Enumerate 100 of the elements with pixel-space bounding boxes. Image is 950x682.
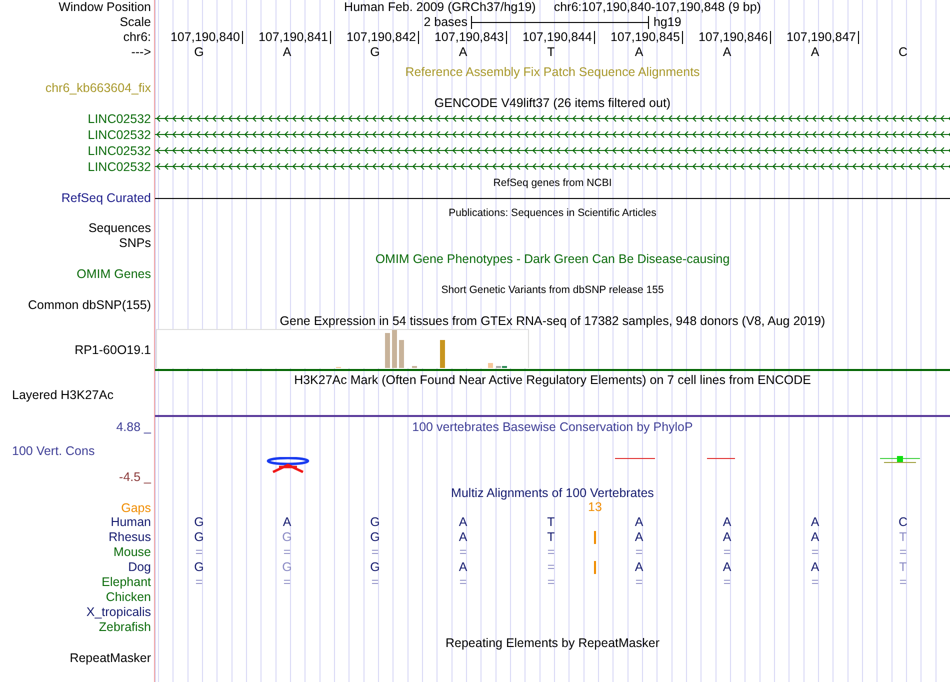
base-letter: = [371, 545, 379, 560]
base-letter: = [723, 575, 731, 590]
species-label[interactable]: Chicken [106, 590, 151, 605]
base-letter: T [899, 530, 907, 545]
species-label[interactable]: Rhesus [108, 530, 151, 545]
base-letter: = [283, 575, 291, 590]
base-letter: G [194, 515, 204, 530]
track-label[interactable]: OMIM Genes [76, 267, 151, 282]
coordinate-label: 107,190,843 [434, 30, 504, 45]
base-letter: A [810, 560, 820, 575]
coordinate-label: 107,190,844 [522, 30, 592, 45]
track-label[interactable]: RepeatMasker [70, 651, 151, 666]
base-letter: = [899, 575, 907, 590]
track-label[interactable]: RP1-60O19.1 [74, 342, 151, 358]
base-letter: A [722, 515, 732, 530]
base-letter: G [370, 45, 380, 60]
ruler-tick [418, 31, 419, 44]
base-letter: A [810, 530, 820, 545]
base-letter: = [195, 575, 203, 590]
row-label: chr6: [123, 30, 151, 45]
track-title: RefSeq genes from NCBI [493, 176, 612, 191]
track-label[interactable]: Common dbSNP(155) [28, 298, 151, 313]
base-letter: A [458, 560, 468, 575]
coordinate-label: 107,190,847 [786, 30, 856, 45]
coordinate-label: 107,190,841 [258, 30, 328, 45]
base-letter: A [722, 560, 732, 575]
track-label[interactable]: Layered H3K27Ac [12, 388, 114, 403]
base-letter: A [722, 530, 732, 545]
base-letter: A [458, 530, 468, 545]
coordinate-label: 107,190,846 [698, 30, 768, 45]
gap-count: 13 [588, 500, 602, 515]
species-label[interactable]: Dog [128, 560, 151, 575]
species-label[interactable]: Human [110, 515, 151, 530]
coordinate-label: 107,190,842 [346, 30, 416, 45]
base-letter: = [371, 575, 379, 590]
base-letter: = [459, 575, 467, 590]
track-title: Multiz Alignments of 100 Vertebrates [451, 486, 654, 501]
species-label[interactable]: Mouse [113, 545, 151, 560]
track-label[interactable]: RefSeq Curated [61, 191, 151, 206]
species-label[interactable]: X_tropicalis [86, 605, 151, 620]
base-letter: A [458, 515, 468, 530]
track-title: Short Genetic Variants from dbSNP release 155 [441, 283, 664, 298]
track-label[interactable]: LINC02532 [88, 128, 151, 143]
base-letter: G [370, 560, 380, 575]
base-letter: T [547, 515, 555, 530]
ruler-tick [858, 31, 859, 44]
base-letter: = [547, 575, 555, 590]
base-letter: = [195, 545, 203, 560]
coordinate-label: 107,190,845 [610, 30, 680, 45]
base-letter: = [547, 560, 555, 575]
ruler-tick [594, 31, 595, 44]
axis-min-label[interactable]: -4.5 _ [119, 470, 151, 485]
base-letter: = [811, 545, 819, 560]
row-label: ---> [131, 45, 151, 60]
track-label[interactable]: SNPs [119, 236, 151, 251]
track-label[interactable]: LINC02532 [88, 144, 151, 159]
base-letter: A [458, 45, 468, 60]
base-letter: A [634, 45, 644, 60]
conservation-score-mark [880, 454, 920, 463]
ruler-tick [770, 31, 771, 44]
base-letter: G [282, 530, 292, 545]
track-label[interactable]: Sequences [88, 221, 151, 236]
track-title: H3K27Ac Mark (Often Found Near Active Regulatory Elements) on 7 cell lines from ENCODE [294, 373, 811, 388]
base-letter: A [634, 560, 644, 575]
base-letter: = [547, 545, 555, 560]
base-letter: = [459, 545, 467, 560]
track-title: GENCODE V49lift37 (26 items filtered out) [434, 96, 671, 111]
axis-max-label[interactable]: 4.88 _ [116, 420, 151, 435]
base-letter: G [370, 530, 380, 545]
row-label: Scale [120, 15, 151, 30]
track-label[interactable]: 100 Vert. Cons [12, 444, 95, 459]
species-label[interactable]: Elephant [102, 575, 151, 590]
base-letter: = [899, 545, 907, 560]
base-letter: C [898, 45, 908, 60]
base-letter: T [899, 560, 907, 575]
base-letter: G [370, 515, 380, 530]
base-letter: C [898, 515, 908, 530]
track-label[interactable]: LINC02532 [88, 160, 151, 175]
species-label[interactable]: Zebrafish [98, 620, 151, 635]
track-title: Publications: Sequences in Scientific Articles [448, 206, 656, 221]
base-letter: = [635, 575, 643, 590]
ruler-tick [506, 31, 507, 44]
base-letter: A [282, 45, 292, 60]
track-title: OMIM Gene Phenotypes - Dark Green Can Be Disease-causing [375, 252, 730, 267]
track-title: Reference Assembly Fix Patch Sequence Alignments [405, 65, 700, 80]
base-letter: G [194, 560, 204, 575]
base-letter: T [547, 45, 555, 60]
base-letter: G [194, 45, 204, 60]
position-range-text: chr6:107,190,840-107,190,848 (9 bp) [554, 0, 761, 15]
base-letter: = [283, 545, 291, 560]
assembly-title: Human Feb. 2009 (GRCh37/hg19) [344, 0, 536, 15]
base-letter: T [547, 530, 555, 545]
scale-assembly-text: hg19 [653, 15, 682, 30]
ruler-tick [242, 31, 243, 44]
track-title: Repeating Elements by RepeatMasker [445, 636, 660, 651]
row-label: Window Position [58, 0, 151, 15]
base-letter: = [723, 545, 731, 560]
track-label[interactable]: LINC02532 [88, 112, 151, 127]
base-letter: A [810, 515, 820, 530]
base-letter: = [635, 545, 643, 560]
